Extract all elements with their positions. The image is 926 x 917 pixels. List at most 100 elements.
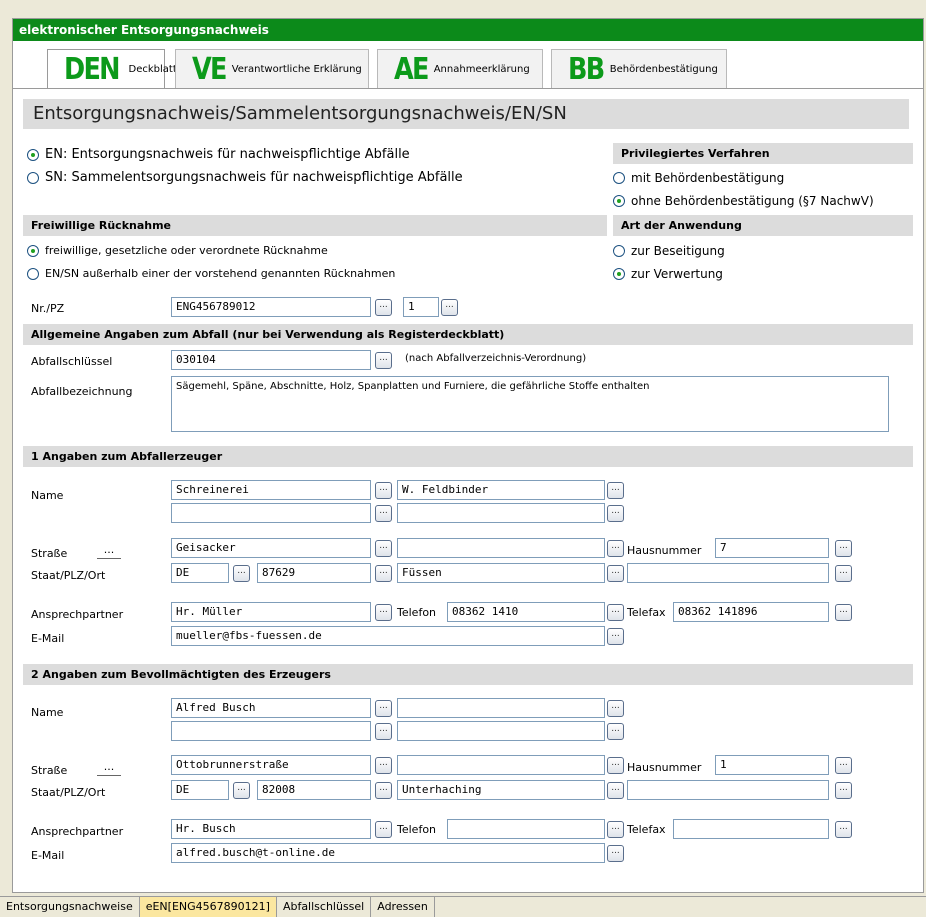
bev-name1-field[interactable]: Alfred Busch [171,698,371,718]
tab-deckblatt[interactable]: DEN Deckblatt [47,49,177,89]
bev-hausnr-field[interactable]: 1 [715,755,829,775]
radio-sn[interactable]: SN: Sammelentsorgungsnachweis für nachwe… [27,170,463,185]
erzeuger-name4-button[interactable]: ... [607,505,624,522]
erzeuger-staat-button[interactable]: ... [233,565,250,582]
radio-en-label: EN: Entsorgungsnachweis für nachweispfli… [45,147,410,162]
radio-sn-label: SN: Sammelentsorgungsnachweis für nachwe… [45,170,463,185]
bev-name1-button[interactable]: ... [375,700,392,717]
bev-ort-button[interactable]: ... [607,782,624,799]
bev-telefon-field[interactable] [447,819,605,839]
erzeuger-name2-field[interactable]: W. Feldbinder [397,480,605,500]
radio-label: ohne Behördenbestätigung (§7 NachwV) [631,194,874,208]
bev-telefon-button[interactable]: ... [607,821,624,838]
bev-name3-field[interactable] [171,721,371,741]
bev-ort-field[interactable]: Unterhaching [397,780,605,800]
bev-staat-field[interactable]: DE [171,780,229,800]
abfallbezeichnung-field[interactable]: Sägemehl, Späne, Abschnitte, Holz, Spanp… [171,376,889,432]
tab-abfallschluessel[interactable]: Abfallschlüssel [277,897,372,917]
bev-ort2-field[interactable] [627,780,829,800]
erzeuger-email-field[interactable]: mueller@fbs-fuessen.de [171,626,605,646]
erzeuger-ort-field[interactable]: Füssen [397,563,605,583]
radio-unselected-icon [613,245,625,257]
erzeuger-ort-button[interactable]: ... [607,565,624,582]
bev-strasse-field[interactable]: Ottobrunnerstraße [171,755,371,775]
pz-field[interactable]: 1 [403,297,439,317]
radio-beseitigung[interactable]: zur Beseitigung [613,244,725,258]
erzeuger-ort2-button[interactable]: ... [835,565,852,582]
erzeuger-telefon-button[interactable]: ... [607,604,624,621]
bev-ort2-button[interactable]: ... [835,782,852,799]
radio-ohne-behoerde[interactable]: ohne Behördenbestätigung (§7 NachwV) [613,194,874,208]
abfallschluessel-lookup-button[interactable]: ... [375,352,392,369]
erzeuger-email-button[interactable]: ... [607,628,624,645]
bev-strasse2-field[interactable] [397,755,605,775]
bev-name4-field[interactable] [397,721,605,741]
radio-selected-icon [27,244,39,257]
erzeuger-heading: 1 Angaben zum Abfallerzeuger [23,446,913,467]
erzeuger-name3-button[interactable]: ... [375,505,392,522]
bev-telefax-button[interactable]: ... [835,821,852,838]
erzeuger-hausnr-field[interactable]: 7 [715,538,829,558]
bev-ansprech-field[interactable]: Hr. Busch [171,819,371,839]
tab-entsorgungsnachweise[interactable]: Entsorgungsnachweise [0,897,140,917]
erzeuger-name1-button[interactable]: ... [375,482,392,499]
erzeuger-ansprech-button[interactable]: ... [375,604,392,621]
tab-behoerdenbestaetigung[interactable]: BB Behördenbestätigung [551,49,727,89]
tab-verantwortliche-erklaerung[interactable]: VE Verantwortliche Erklärung [175,49,369,89]
bev-staat-button[interactable]: ... [233,782,250,799]
erzeuger-name1-field[interactable]: Schreinerei [171,480,371,500]
bev-email-button[interactable]: ... [607,845,624,862]
erzeuger-strasse2-button[interactable]: ... [607,540,624,557]
tab-annahmeerklaerung[interactable]: AE Annahmeerklärung [377,49,543,89]
radio-ruecknahme[interactable]: freiwillige, gesetzliche oder verordnete… [27,244,328,257]
bev-ansprech-label: Ansprechpartner [31,825,124,838]
bev-strasse2-button[interactable]: ... [607,757,624,774]
tab-current-document[interactable]: eEN[ENG4567890121] [139,897,277,917]
erzeuger-strasse-field[interactable]: Geisacker [171,538,371,558]
erzeuger-name3-field[interactable] [171,503,371,523]
bev-name4-button[interactable]: ... [607,723,624,740]
erzeuger-name4-field[interactable] [397,503,605,523]
radio-en[interactable]: EN: Entsorgungsnachweis für nachweispfli… [27,147,410,162]
pz-lookup-button[interactable]: ... [441,299,458,316]
radio-selected-icon [613,268,625,280]
erzeuger-ansprech-field[interactable]: Hr. Müller [171,602,371,622]
erzeuger-staat-field[interactable]: DE [171,563,229,583]
bev-name2-button[interactable]: ... [607,700,624,717]
erzeuger-telefax-field[interactable]: 08362 141896 [673,602,829,622]
radio-verwertung[interactable]: zur Verwertung [613,267,723,281]
bev-hausnr-button[interactable]: ... [835,757,852,774]
bev-email-label: E-Mail [31,849,65,862]
erzeuger-hausnr-button[interactable]: ... [835,540,852,557]
bev-email-field[interactable]: alfred.busch@t-online.de [171,843,605,863]
bev-plz-button[interactable]: ... [375,782,392,799]
radio-ausserhalb[interactable]: EN/SN außerhalb einer der vorstehend gen… [27,267,395,280]
bev-plz-field[interactable]: 82008 [257,780,371,800]
bev-strasse-search-button[interactable]: ... [97,761,121,776]
bev-name2-field[interactable] [397,698,605,718]
bev-ansprech-button[interactable]: ... [375,821,392,838]
radio-label: EN/SN außerhalb einer der vorstehend gen… [45,267,396,280]
erzeuger-plz-field[interactable]: 87629 [257,563,371,583]
erzeuger-name2-button[interactable]: ... [607,482,624,499]
radio-label: mit Behördenbestätigung [631,171,785,185]
erzeuger-strasse-button[interactable]: ... [375,540,392,557]
erzeuger-telefon-field[interactable]: 08362 1410 [447,602,605,622]
nr-field[interactable]: ENG456789012 [171,297,371,317]
erzeuger-strasse-search-button[interactable]: ... [97,544,121,559]
abfallschluessel-field[interactable]: 030104 [171,350,371,370]
tab-abbr: AE [394,52,429,87]
bev-telefax-field[interactable] [673,819,829,839]
bev-name3-button[interactable]: ... [375,723,392,740]
abfall-heading: Allgemeine Angaben zum Abfall (nur bei V… [23,324,913,345]
erzeuger-plz-button[interactable]: ... [375,565,392,582]
radio-selected-icon [613,195,625,207]
erzeuger-email-label: E-Mail [31,632,65,645]
radio-mit-behoerde[interactable]: mit Behördenbestätigung [613,171,784,185]
nr-lookup-button[interactable]: ... [375,299,392,316]
bev-strasse-button[interactable]: ... [375,757,392,774]
tab-adressen[interactable]: Adressen [371,897,435,917]
erzeuger-strasse2-field[interactable] [397,538,605,558]
erzeuger-telefax-button[interactable]: ... [835,604,852,621]
erzeuger-ort2-field[interactable] [627,563,829,583]
